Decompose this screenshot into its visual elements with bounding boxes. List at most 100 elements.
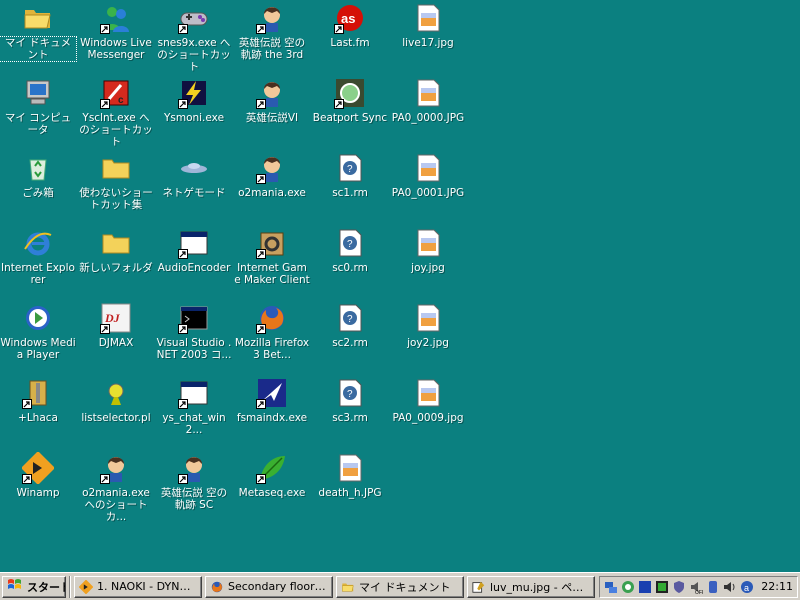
desktop-icon-firefox3[interactable]: Mozilla Firefox 3 Bet... bbox=[234, 300, 310, 372]
desktop-icon-label: listselector.pl bbox=[81, 412, 151, 424]
device-icon[interactable] bbox=[706, 580, 720, 594]
desktop-icon-eiyuu-3rd[interactable]: 英雄伝説 空の軌跡 the 3rd bbox=[234, 0, 310, 72]
desktop-icon-label: fsmaindx.exe bbox=[236, 412, 308, 424]
task-button-3[interactable]: luv_mu.jpg - ペイント bbox=[467, 575, 595, 598]
image-file-icon bbox=[412, 77, 444, 109]
messenger-icon bbox=[100, 2, 132, 34]
image-file-icon bbox=[412, 152, 444, 184]
shortcut-arrow-icon bbox=[256, 174, 266, 184]
desktop-icon-audioencoder[interactable]: AudioEncoder bbox=[156, 225, 232, 297]
antivirus-icon[interactable]: a bbox=[740, 580, 754, 594]
desktop-icon-sc2rm[interactable]: ? sc2.rm bbox=[312, 300, 388, 372]
desktop-icon-label: Internet Game Maker Client bbox=[234, 262, 310, 286]
desktop-icon-snes9x[interactable]: snes9x.exe へのショートカット bbox=[156, 0, 232, 73]
desktop-icon-internet-explorer[interactable]: Internet Explorer bbox=[0, 225, 76, 297]
desktop-icon-label: Winamp bbox=[16, 487, 60, 499]
desktop-icon-my-computer[interactable]: マイ コンピュータ bbox=[0, 75, 76, 147]
svg-text:?: ? bbox=[347, 389, 353, 400]
desktop-icon-sc3rm[interactable]: ? sc3.rm bbox=[312, 375, 388, 447]
desktop-icon-label: PA0_0009.jpg bbox=[392, 412, 464, 424]
desktop-icon-winamp[interactable]: Winamp bbox=[0, 450, 76, 522]
desktop-icon-label: ys_chat_win2... bbox=[162, 412, 226, 436]
desktop-icon-visual-studio[interactable]: Visual Studio .NET 2003 コ... bbox=[156, 300, 232, 372]
shortcut-arrow-icon bbox=[100, 24, 110, 34]
clock[interactable]: 22:11 bbox=[761, 580, 793, 593]
ie-icon bbox=[22, 227, 54, 259]
desktop-icon-label: death_h.JPG bbox=[318, 487, 382, 499]
svg-text:?: ? bbox=[347, 239, 353, 250]
desktop-icon-live17[interactable]: live17.jpg bbox=[390, 0, 466, 72]
task-button-1[interactable]: Secondary floor Pr... bbox=[205, 575, 333, 598]
speaker-off-icon[interactable]: OFF bbox=[689, 580, 705, 596]
desktop[interactable]: マイ ドキュメント マイ コンピュータ ごみ箱 Internet Explorer Wi… bbox=[0, 0, 800, 572]
desktop-icon-joy[interactable]: joy.jpg bbox=[390, 225, 466, 297]
desktop-icon-label: ごみ箱 bbox=[22, 187, 54, 199]
desktop-icon-netgemode[interactable]: ネトゲモード bbox=[156, 150, 232, 222]
ys-lightning-icon bbox=[178, 77, 210, 109]
desktop-icon-ys-chat[interactable]: ys_chat_win2... bbox=[156, 375, 232, 447]
desktop-icon-label: Windows Live Messenger bbox=[80, 37, 152, 61]
task-button-0[interactable]: 1. NAOKI - DYNA... bbox=[74, 575, 202, 598]
shield-icon[interactable] bbox=[672, 580, 686, 594]
svg-text:?: ? bbox=[347, 314, 353, 325]
start-button[interactable]: スタート bbox=[2, 575, 66, 598]
desktop-icon-listselector[interactable]: listselector.pl bbox=[78, 375, 154, 447]
desktop-icon-new-folder[interactable]: 新しいフォルダ bbox=[78, 225, 154, 297]
network-icon[interactable] bbox=[604, 580, 618, 594]
realmedia-icon: ? bbox=[334, 152, 366, 184]
desktop-icon-ysmoni[interactable]: Ysmoni.exe bbox=[156, 75, 232, 147]
desktop-icon-metaseq[interactable]: Metaseq.exe bbox=[234, 450, 310, 522]
character-icon bbox=[256, 77, 288, 109]
shortcut-arrow-icon bbox=[256, 474, 266, 484]
svg-text:DJ: DJ bbox=[104, 311, 121, 325]
svg-text:c: c bbox=[118, 95, 124, 106]
desktop-icon-sc1rm[interactable]: ? sc1.rm bbox=[312, 150, 388, 222]
volume-icon[interactable] bbox=[723, 580, 737, 594]
desktop-icon-djmax[interactable]: DJ DJMAX bbox=[78, 300, 154, 372]
desktop-icon-lastfm[interactable]: as Last.fm bbox=[312, 0, 388, 72]
winamp-icon bbox=[22, 452, 54, 484]
desktop-icon-label: Metaseq.exe bbox=[238, 487, 306, 499]
task-button-2[interactable]: マイ ドキュメント bbox=[336, 575, 464, 598]
ys-red-icon: c bbox=[100, 77, 132, 109]
desktop-icon-sc0rm[interactable]: ? sc0.rm bbox=[312, 225, 388, 297]
desktop-icon-o2mania-shortcut[interactable]: o2mania.exe へのショートカ... bbox=[78, 450, 154, 523]
desktop-icon-pa0-0009[interactable]: PA0_0009.jpg bbox=[390, 375, 466, 447]
desktop-icon-label: ネトゲモード bbox=[162, 187, 226, 199]
desktop-icon-fsmaindx[interactable]: fsmaindx.exe bbox=[234, 375, 310, 447]
desktop-icon-windows-live-messenger[interactable]: Windows Live Messenger bbox=[78, 0, 154, 72]
desktop-icon-pa0-0000[interactable]: PA0_0000.JPG bbox=[390, 75, 466, 147]
shortcut-arrow-icon bbox=[256, 324, 266, 334]
desktop-icon-my-documents[interactable]: マイ ドキュメント bbox=[0, 0, 77, 72]
desktop-icon-beatport-sync[interactable]: Beatport Sync bbox=[312, 75, 388, 147]
shortcut-arrow-icon bbox=[100, 324, 110, 334]
desktop-icon-o2mania[interactable]: o2mania.exe bbox=[234, 150, 310, 222]
spaceship-icon bbox=[178, 152, 210, 184]
desktop-icon-eiyuu-vi[interactable]: 英雄伝説VI bbox=[234, 75, 310, 147]
monitor-icon[interactable] bbox=[638, 580, 652, 594]
desktop-icon-unused-shortcuts[interactable]: 使わないショートカット集 bbox=[78, 150, 154, 222]
shortcut-arrow-icon bbox=[178, 474, 188, 484]
desktop-icon-label: 英雄伝説 空の軌跡 SC bbox=[160, 487, 228, 511]
desktop-icon-eiyuu-sc[interactable]: 英雄伝説 空の軌跡 SC bbox=[156, 450, 232, 522]
shortcut-arrow-icon bbox=[178, 399, 188, 409]
system-tray: OFF a 22:11 bbox=[599, 575, 798, 598]
archive-icon bbox=[22, 377, 54, 409]
desktop-icon-windows-media-player[interactable]: Windows Media Player bbox=[0, 300, 76, 372]
terminal-icon[interactable] bbox=[655, 580, 669, 594]
desktop-icon-igm-client[interactable]: Internet Game Maker Client bbox=[234, 225, 310, 297]
folder-icon bbox=[100, 227, 132, 259]
start-label: スタート bbox=[27, 580, 65, 594]
desktop-icon-recycle-bin[interactable]: ごみ箱 bbox=[0, 150, 76, 222]
shortcut-arrow-icon bbox=[178, 324, 188, 334]
globe-icon[interactable] bbox=[621, 580, 635, 594]
svg-text:?: ? bbox=[347, 164, 353, 175]
desktop-icon-pa0-0001[interactable]: PA0_0001.JPG bbox=[390, 150, 466, 222]
task-button-label: Secondary floor Pr... bbox=[228, 580, 328, 593]
desktop-icon-lhaca[interactable]: +Lhaca bbox=[0, 375, 76, 447]
realmedia-icon: ? bbox=[334, 377, 366, 409]
shortcut-arrow-icon bbox=[256, 249, 266, 259]
desktop-icon-joy2[interactable]: joy2.jpg bbox=[390, 300, 466, 372]
desktop-icon-yscint-shortcut[interactable]: c Ysclnt.exe へのショートカット bbox=[78, 75, 154, 148]
desktop-icon-death-h[interactable]: death_h.JPG bbox=[312, 450, 388, 522]
